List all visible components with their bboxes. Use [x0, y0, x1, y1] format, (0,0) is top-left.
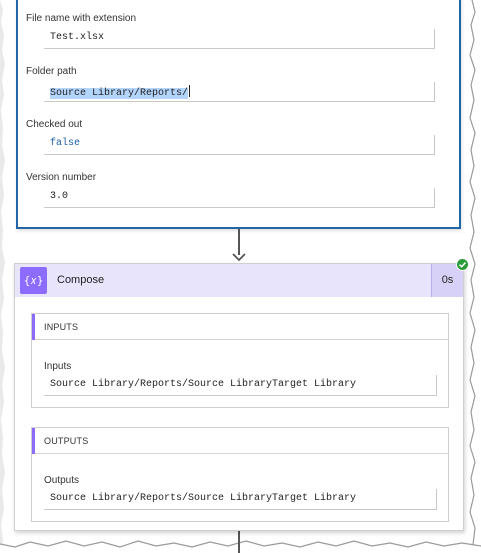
- outputs-value: Source Library/Reports/Source LibraryTar…: [50, 493, 357, 504]
- file-name-field[interactable]: Test.xlsx: [44, 29, 435, 49]
- torn-edge-right: [469, 0, 481, 553]
- compose-icon: {𝑥}: [20, 267, 47, 294]
- folder-path-label: Folder path: [26, 66, 77, 77]
- folder-path-field[interactable]: Source Library/Reports/: [44, 82, 435, 102]
- inputs-section-header[interactable]: INPUTS: [32, 314, 448, 340]
- folder-path-value: Source Library/Reports/: [50, 85, 191, 99]
- flow-connector-bottom: [238, 531, 240, 553]
- checked-out-label: Checked out: [26, 119, 83, 130]
- version-number-label: Version number: [26, 172, 97, 183]
- arrow-down-icon: [232, 253, 246, 262]
- inputs-value: Source Library/Reports/Source LibraryTar…: [50, 379, 357, 390]
- version-number-value: 3.0: [50, 191, 69, 202]
- inputs-label: Inputs: [44, 361, 72, 372]
- section-accent: [32, 428, 35, 454]
- section-accent: [32, 314, 35, 340]
- compose-action-card[interactable]: {𝑥} Compose 0s INPUTS Inputs Source Libr…: [14, 263, 464, 531]
- compose-header[interactable]: {𝑥} Compose 0s: [15, 264, 463, 297]
- version-number-field[interactable]: 3.0: [44, 188, 435, 208]
- torn-edge-bottom: [0, 540, 481, 553]
- outputs-section: OUTPUTS Outputs Source Library/Reports/S…: [31, 427, 449, 522]
- file-name-value: Test.xlsx: [50, 32, 105, 43]
- inputs-section-title: INPUTS: [44, 322, 79, 332]
- torn-edge-left: [0, 0, 5, 553]
- check-circle-icon: [456, 258, 469, 271]
- outputs-section-title: OUTPUTS: [44, 436, 89, 446]
- outputs-label: Outputs: [44, 475, 80, 486]
- outputs-section-header[interactable]: OUTPUTS: [32, 428, 448, 454]
- compose-title: Compose: [57, 274, 105, 286]
- inputs-field[interactable]: Source Library/Reports/Source LibraryTar…: [44, 375, 437, 396]
- checked-out-field[interactable]: false: [44, 135, 435, 155]
- file-name-label: File name with extension: [26, 13, 137, 24]
- text-caret: [189, 85, 191, 97]
- outputs-field[interactable]: Source Library/Reports/Source LibraryTar…: [44, 489, 437, 510]
- inputs-section: INPUTS Inputs Source Library/Reports/Sou…: [31, 313, 449, 408]
- folder-path-selected-text: Source Library/Reports/: [50, 88, 189, 99]
- flow-connector: [238, 229, 240, 255]
- checked-out-value: false: [50, 138, 81, 149]
